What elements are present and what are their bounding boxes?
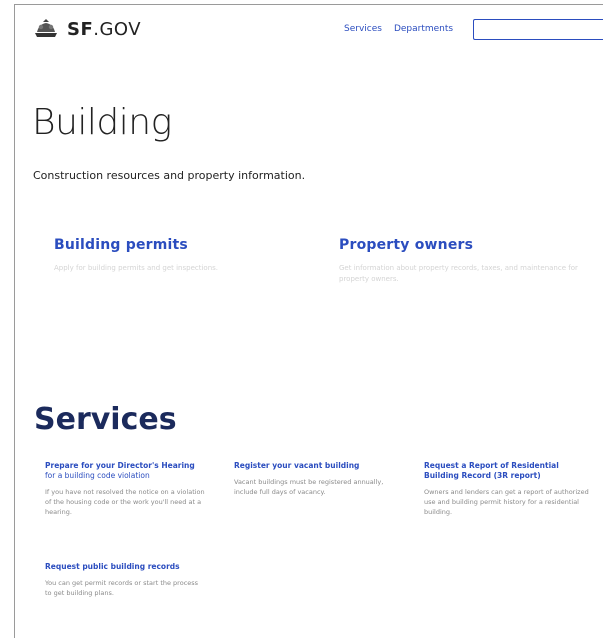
city-seal-icon <box>35 19 57 37</box>
topic-property-owners: Property owners Get information about pr… <box>339 237 579 285</box>
topic-building-permits: Building permits Apply for building perm… <box>54 237 294 274</box>
service-desc: Vacant buildings must be registered annu… <box>234 478 384 496</box>
property-owners-link[interactable]: Property owners <box>339 237 579 253</box>
nav-departments[interactable]: Departments <box>394 24 453 34</box>
page-title: Building <box>32 102 172 143</box>
service-link-public-records[interactable]: Request public building records <box>45 562 205 572</box>
service-desc: Owners and lenders can get a report of a… <box>424 488 589 516</box>
page-subtitle: Construction resources and property info… <box>33 169 306 182</box>
building-permits-desc: Apply for building permits and get inspe… <box>54 264 219 272</box>
nav-services[interactable]: Services <box>344 24 382 34</box>
page-frame <box>14 4 603 638</box>
service-card: Request a Report of Residential Building… <box>424 461 592 517</box>
service-link-3r-report[interactable]: Request a Report of Residential Building… <box>424 461 592 481</box>
service-desc: You can get permit records or start the … <box>45 579 199 597</box>
services-heading: Services <box>34 402 177 437</box>
search-input[interactable] <box>473 19 603 40</box>
service-desc: If you have not resolved the notice on a… <box>45 488 205 516</box>
logo-text: SF.GOV <box>67 18 142 40</box>
building-permits-link[interactable]: Building permits <box>54 237 294 253</box>
service-card: Request public building records You can … <box>45 562 205 598</box>
service-card: Prepare for your Director's Hearing for … <box>45 461 205 517</box>
search-bar <box>473 19 603 40</box>
top-nav: Services Departments <box>344 24 453 34</box>
sfgov-logo[interactable]: SF.GOV <box>33 18 141 40</box>
service-link-vacant-building[interactable]: Register your vacant building <box>234 461 384 471</box>
service-link-directors-hearing[interactable]: Prepare for your Director's Hearing for … <box>45 461 205 481</box>
property-owners-desc: Get information about property records, … <box>339 264 578 283</box>
service-card: Register your vacant building Vacant bui… <box>234 461 384 497</box>
